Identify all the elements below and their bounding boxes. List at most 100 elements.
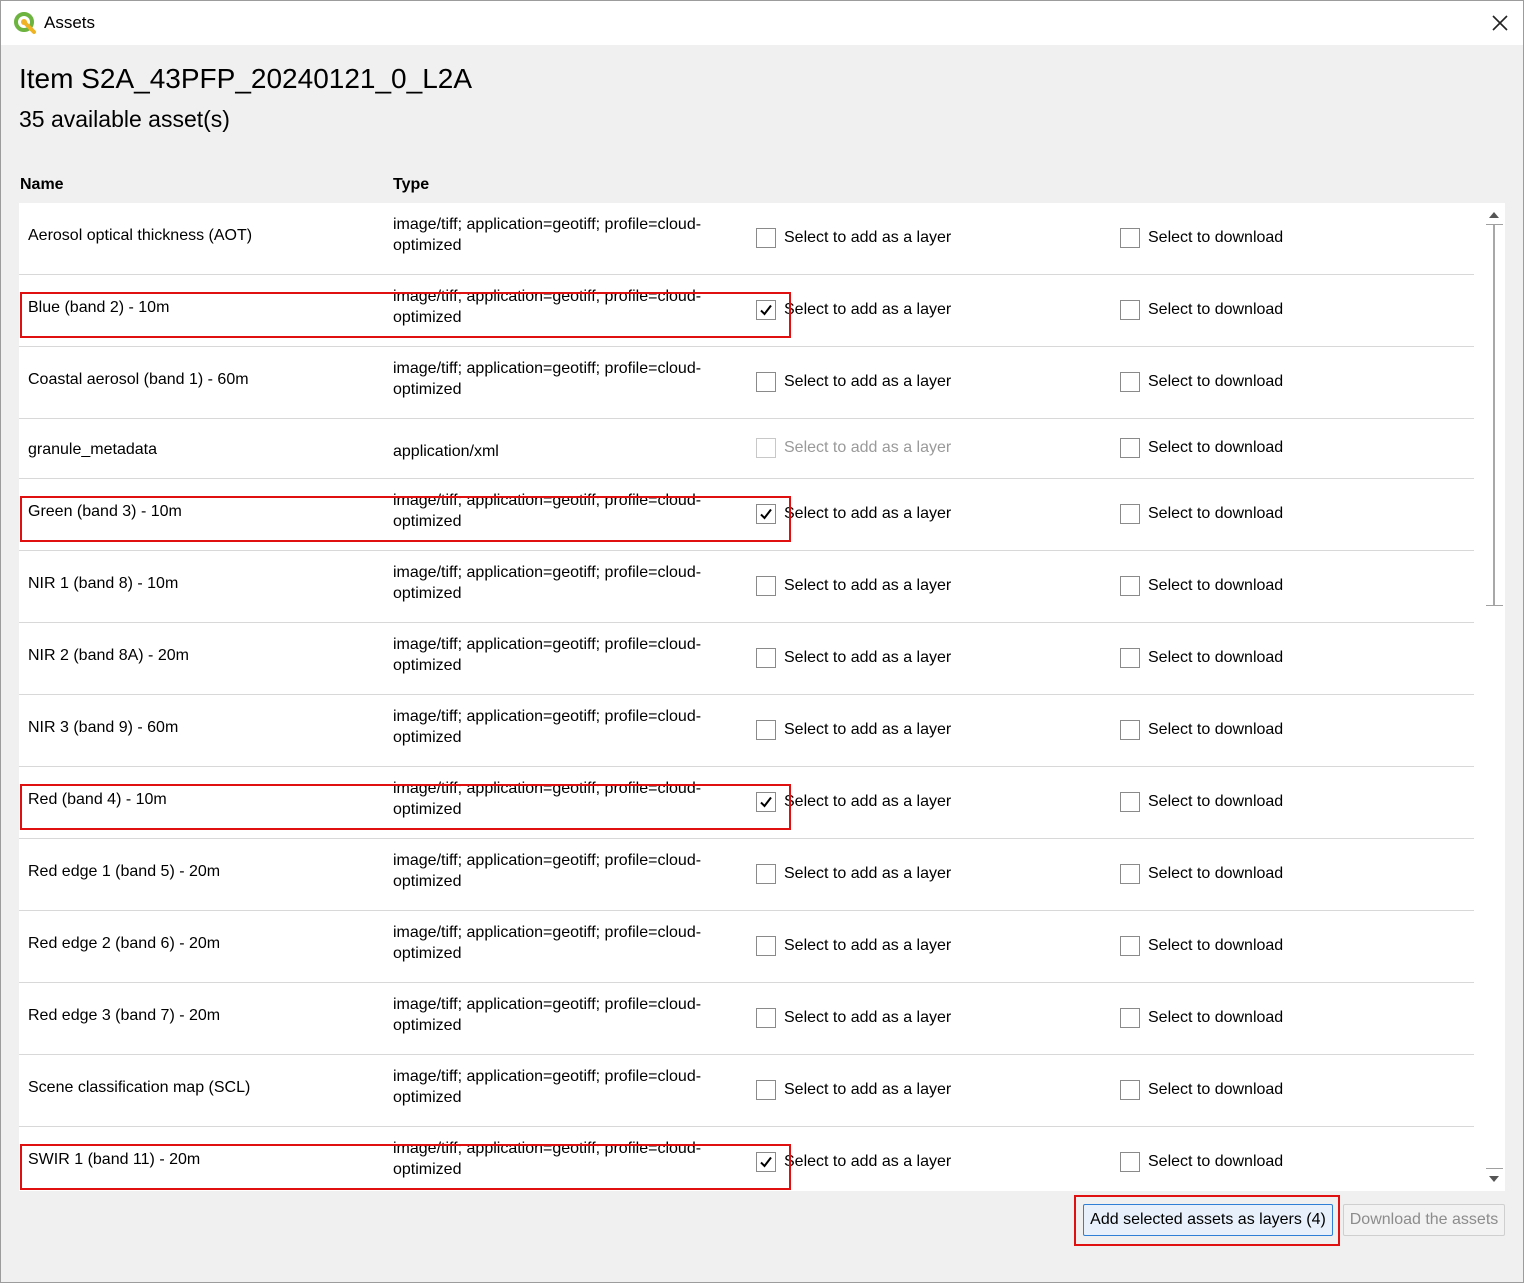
download-checkbox-box[interactable] <box>1120 1080 1140 1100</box>
download-checkbox[interactable]: Select to download <box>1120 720 1283 740</box>
add-as-layer-checkbox-label: Select to add as a layer <box>784 577 952 594</box>
download-checkbox-box[interactable] <box>1120 720 1140 740</box>
add-as-layer-checkbox[interactable]: Select to add as a layer <box>756 1008 951 1028</box>
add-as-layer-checkbox-label: Select to add as a layer <box>784 865 952 882</box>
asset-row: NIR 3 (band 9) - 60m image/tiff; applicat… <box>19 695 1474 767</box>
add-as-layer-checkbox[interactable]: Select to add as a layer <box>756 372 951 392</box>
add-as-layer-checkbox-box[interactable] <box>756 792 776 812</box>
add-as-layer-checkbox-box[interactable] <box>756 1008 776 1028</box>
add-as-layer-checkbox-box[interactable] <box>756 720 776 740</box>
title-bar: Assets <box>1 1 1523 45</box>
add-as-layer-checkbox[interactable]: Select to add as a layer <box>756 936 951 956</box>
download-checkbox-box[interactable] <box>1120 792 1140 812</box>
add-as-layer-checkbox-label: Select to add as a layer <box>784 721 952 738</box>
download-checkbox[interactable]: Select to download <box>1120 228 1283 248</box>
asset-name: Red edge 3 (band 7) - 20m <box>28 1007 221 1024</box>
assets-list: Aerosol optical thickness (AOT) image/tif… <box>19 203 1474 1191</box>
add-as-layer-checkbox[interactable]: Select to add as a layer <box>756 300 951 320</box>
download-checkbox-label: Select to download <box>1148 649 1284 666</box>
assets-table: Aerosol optical thickness (AOT) image/tif… <box>19 203 1505 1191</box>
asset-row: Red edge 1 (band 5) - 20m image/tiff; app… <box>19 839 1474 911</box>
add-as-layer-checkbox[interactable]: Select to add as a layer <box>756 504 951 524</box>
download-checkbox-box[interactable] <box>1120 576 1140 596</box>
add-as-layer-checkbox-label: Select to add as a layer <box>784 439 952 456</box>
download-checkbox-label: Select to download <box>1148 229 1284 246</box>
asset-type: image/tiff; application=geotiff; profile… <box>393 852 702 890</box>
asset-row: Blue (band 2) - 10m image/tiff; applicati… <box>19 275 1474 347</box>
download-checkbox[interactable]: Select to download <box>1120 864 1283 884</box>
download-checkbox[interactable]: Select to download <box>1120 936 1283 956</box>
add-as-layer-checkbox-box[interactable] <box>756 300 776 320</box>
download-checkbox[interactable]: Select to download <box>1120 1080 1283 1100</box>
scrollbar-thumb[interactable] <box>1493 225 1495 605</box>
add-as-layer-checkbox[interactable]: Select to add as a layer <box>756 720 951 740</box>
download-assets-button[interactable]: Download the assets <box>1343 1204 1505 1236</box>
add-as-layer-checkbox-box[interactable] <box>756 1152 776 1172</box>
download-checkbox-label: Select to download <box>1148 721 1284 738</box>
download-checkbox[interactable]: Select to download <box>1120 1008 1283 1028</box>
add-selected-assets-button[interactable]: Add selected assets as layers (4) <box>1083 1204 1333 1236</box>
asset-type: image/tiff; application=geotiff; profile… <box>393 360 702 398</box>
asset-row: Green (band 3) - 10m image/tiff; applicat… <box>19 479 1474 551</box>
asset-name: Red edge 2 (band 6) - 20m <box>28 935 221 952</box>
asset-type: image/tiff; application=geotiff; profile… <box>393 492 702 530</box>
download-checkbox[interactable]: Select to download <box>1120 372 1283 392</box>
add-as-layer-checkbox[interactable]: Select to add as a layer <box>756 228 951 248</box>
add-as-layer-checkbox-box[interactable] <box>756 372 776 392</box>
download-checkbox-box[interactable] <box>1120 300 1140 320</box>
add-as-layer-checkbox-box[interactable] <box>756 576 776 596</box>
download-checkbox[interactable]: Select to download <box>1120 300 1283 320</box>
item-heading: Item S2A_43PFP_20240121_0_L2A <box>19 63 473 94</box>
download-checkbox[interactable]: Select to download <box>1120 648 1283 668</box>
download-checkbox-label: Select to download <box>1148 577 1284 594</box>
download-checkbox-box[interactable] <box>1120 864 1140 884</box>
download-checkbox[interactable]: Select to download <box>1120 792 1283 812</box>
qgis-logo-icon <box>13 11 37 35</box>
download-checkbox[interactable]: Select to download <box>1120 1152 1283 1172</box>
add-as-layer-checkbox-box[interactable] <box>756 864 776 884</box>
download-checkbox-box[interactable] <box>1120 1152 1140 1172</box>
download-checkbox-label: Select to download <box>1148 373 1284 390</box>
download-checkbox-box[interactable] <box>1120 936 1140 956</box>
add-as-layer-checkbox-box[interactable] <box>756 1080 776 1100</box>
download-checkbox[interactable]: Select to download <box>1120 438 1283 458</box>
add-as-layer-checkbox[interactable]: Select to add as a layer <box>756 1080 951 1100</box>
download-checkbox[interactable]: Select to download <box>1120 504 1283 524</box>
add-as-layer-checkbox[interactable]: Select to add as a layer <box>756 792 951 812</box>
add-as-layer-checkbox-box[interactable] <box>756 648 776 668</box>
download-checkbox-label: Select to download <box>1148 505 1284 522</box>
vertical-scrollbar[interactable] <box>1483 203 1505 1191</box>
download-checkbox-label: Select to download <box>1148 1009 1284 1026</box>
add-as-layer-checkbox-label: Select to add as a layer <box>784 229 952 246</box>
add-as-layer-checkbox-label: Select to add as a layer <box>784 505 952 522</box>
download-checkbox-label: Select to download <box>1148 793 1284 810</box>
asset-row: Red edge 3 (band 7) - 20m image/tiff; app… <box>19 983 1474 1055</box>
asset-name: Red (band 4) - 10m <box>28 791 167 808</box>
add-as-layer-checkbox[interactable]: Select to add as a layer <box>756 864 951 884</box>
add-as-layer-checkbox-box[interactable] <box>756 438 776 458</box>
scroll-down-icon[interactable] <box>1483 1169 1505 1189</box>
download-checkbox-box[interactable] <box>1120 438 1140 458</box>
asset-count: 35 available asset(s) <box>19 106 230 132</box>
asset-name: Red edge 1 (band 5) - 20m <box>28 863 221 880</box>
add-as-layer-checkbox[interactable]: Select to add as a layer <box>756 648 951 668</box>
download-checkbox-box[interactable] <box>1120 228 1140 248</box>
add-as-layer-checkbox[interactable]: Select to add as a layer <box>756 576 951 596</box>
download-checkbox-label: Select to download <box>1148 865 1284 882</box>
download-checkbox-box[interactable] <box>1120 648 1140 668</box>
download-checkbox[interactable]: Select to download <box>1120 576 1283 596</box>
close-icon[interactable] <box>1477 1 1523 45</box>
add-as-layer-checkbox-box[interactable] <box>756 228 776 248</box>
column-header-type: Type <box>393 176 430 193</box>
download-checkbox-box[interactable] <box>1120 504 1140 524</box>
asset-name: Aerosol optical thickness (AOT) <box>28 227 253 244</box>
download-checkbox-box[interactable] <box>1120 1008 1140 1028</box>
add-as-layer-checkbox[interactable]: Select to add as a layer <box>756 1152 951 1172</box>
add-as-layer-checkbox[interactable]: Select to add as a layer <box>756 438 951 458</box>
download-checkbox-box[interactable] <box>1120 372 1140 392</box>
add-as-layer-checkbox-box[interactable] <box>756 504 776 524</box>
asset-row: NIR 1 (band 8) - 10m image/tiff; applicat… <box>19 551 1474 623</box>
add-as-layer-checkbox-box[interactable] <box>756 936 776 956</box>
scroll-up-icon[interactable] <box>1483 205 1505 225</box>
asset-name: granule_metadata <box>28 441 157 458</box>
